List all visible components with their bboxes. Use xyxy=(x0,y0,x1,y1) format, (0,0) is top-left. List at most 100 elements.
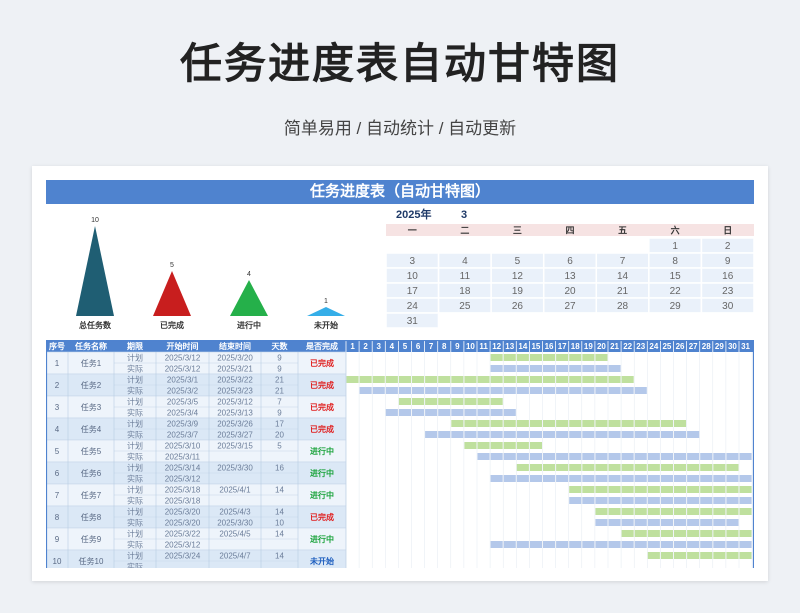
task-actual-value: 2025/3/13 xyxy=(217,409,253,418)
actual-bar-cell xyxy=(503,409,516,416)
day-header-11: 11 xyxy=(479,342,488,351)
plan-bar-cell xyxy=(700,486,713,493)
actual-bar-cell xyxy=(634,519,647,526)
plan-bar-cell xyxy=(647,420,660,427)
day-header-13: 13 xyxy=(505,342,514,351)
actual-bar-cell xyxy=(543,365,556,372)
table-header-3: 期限 xyxy=(127,341,143,351)
chart-category-label-3: 进行中 xyxy=(237,320,261,330)
day-header-19: 19 xyxy=(584,342,593,351)
plan-bar-cell xyxy=(739,508,752,515)
task-actual-value: 2025/3/7 xyxy=(167,431,199,440)
table-header-5: 结束时间 xyxy=(219,341,251,351)
actual-bar-cell xyxy=(634,497,647,504)
plan-bar-cell xyxy=(621,420,634,427)
actual-bar-cell xyxy=(660,497,673,504)
calendar-cell xyxy=(595,312,650,329)
plan-bar-cell xyxy=(634,530,647,537)
actual-bar-cell xyxy=(595,387,608,394)
table-header-7: 是否完成 xyxy=(305,341,338,351)
actual-bar-cell xyxy=(621,453,634,460)
page-title: 任务进度表自动甘特图 xyxy=(179,40,620,87)
actual-bar-cell xyxy=(529,431,542,438)
actual-bar-cell xyxy=(398,387,411,394)
actual-bar-cell xyxy=(451,431,464,438)
plan-bar-cell xyxy=(464,420,477,427)
actual-bar-cell xyxy=(529,453,542,460)
task-plan-value: 2025/4/3 xyxy=(219,508,251,517)
actual-bar-cell xyxy=(543,541,556,548)
plan-bar-cell xyxy=(464,376,477,383)
day-header-2: 2 xyxy=(363,342,368,351)
plan-bar-cell xyxy=(621,530,634,537)
task-seq: 6 xyxy=(55,469,60,478)
task-actual-value: 10 xyxy=(275,519,284,528)
plan-bar-cell xyxy=(621,486,634,493)
task-name: 任务10 xyxy=(79,556,104,566)
plan-bar-cell xyxy=(739,530,752,537)
plan-bar-cell xyxy=(660,464,673,471)
plan-bar-cell xyxy=(582,354,595,361)
plan-bar-cell xyxy=(412,398,425,405)
task-status: 进行中 xyxy=(310,446,334,456)
task-actual-value: 2025/3/12 xyxy=(165,365,201,374)
plan-bar-cell xyxy=(726,552,739,559)
plan-bar-cell xyxy=(582,486,595,493)
calendar-day: 26 xyxy=(512,301,524,312)
plan-bar-cell xyxy=(490,420,503,427)
day-header-7: 7 xyxy=(429,342,434,351)
task-actual-value: 9 xyxy=(277,409,282,418)
calendar-day: 14 xyxy=(617,271,629,282)
task-plan-value: 14 xyxy=(275,486,284,495)
plan-bar-cell xyxy=(674,508,687,515)
task-plan-label: 计划 xyxy=(127,463,143,473)
calendar-day: 15 xyxy=(670,271,682,282)
task-name: 任务3 xyxy=(81,402,102,412)
plan-bar-cell xyxy=(398,376,411,383)
task-actual-label: 实际 xyxy=(127,496,143,506)
plan-bar-cell xyxy=(425,398,438,405)
plan-bar-cell xyxy=(503,376,516,383)
plan-bar-cell xyxy=(438,398,451,405)
plan-bar-cell xyxy=(346,376,359,383)
day-header-20: 20 xyxy=(597,342,606,351)
actual-bar-cell xyxy=(412,409,425,416)
actual-bar-cell xyxy=(608,453,621,460)
plan-bar-cell xyxy=(621,508,634,515)
plan-bar-cell xyxy=(608,420,621,427)
plan-bar-cell xyxy=(634,420,647,427)
actual-bar-cell xyxy=(726,475,739,482)
calendar-year-label: 2025年 xyxy=(396,207,431,221)
chart-value-label-1: 10 xyxy=(91,217,99,224)
plan-bar-cell xyxy=(595,508,608,515)
actual-bar-cell xyxy=(595,453,608,460)
actual-bar-cell xyxy=(687,453,700,460)
actual-bar-cell xyxy=(608,365,621,372)
day-header-31: 31 xyxy=(741,342,750,351)
task-actual-label: 实际 xyxy=(127,452,143,462)
task-actual-value: 2025/3/20 xyxy=(165,519,201,528)
plan-bar-cell xyxy=(608,486,621,493)
actual-bar-cell xyxy=(713,519,726,526)
plan-bar-cell xyxy=(477,420,490,427)
day-header-24: 24 xyxy=(649,342,658,351)
plan-bar-cell xyxy=(477,442,490,449)
task-plan-value: 2025/3/5 xyxy=(167,398,199,407)
task-plan-value: 16 xyxy=(275,464,284,473)
task-plan-label: 计划 xyxy=(127,397,143,407)
plan-bar-cell xyxy=(713,530,726,537)
calendar-weekday-2: 二 xyxy=(460,226,469,236)
actual-bar-cell xyxy=(516,453,529,460)
task-actual-value: 2025/3/11 xyxy=(165,453,201,462)
actual-bar-cell xyxy=(674,541,687,548)
task-name: 任务9 xyxy=(81,534,102,544)
plan-bar-cell xyxy=(674,552,687,559)
calendar-weekday-6: 六 xyxy=(671,225,680,236)
actual-bar-cell xyxy=(477,409,490,416)
task-plan-label: 计划 xyxy=(127,441,143,451)
plan-bar-cell xyxy=(595,420,608,427)
calendar-weekday-4: 四 xyxy=(565,226,574,236)
task-plan-label: 计划 xyxy=(127,419,143,429)
task-seq: 10 xyxy=(53,557,62,566)
actual-bar-cell xyxy=(660,453,673,460)
